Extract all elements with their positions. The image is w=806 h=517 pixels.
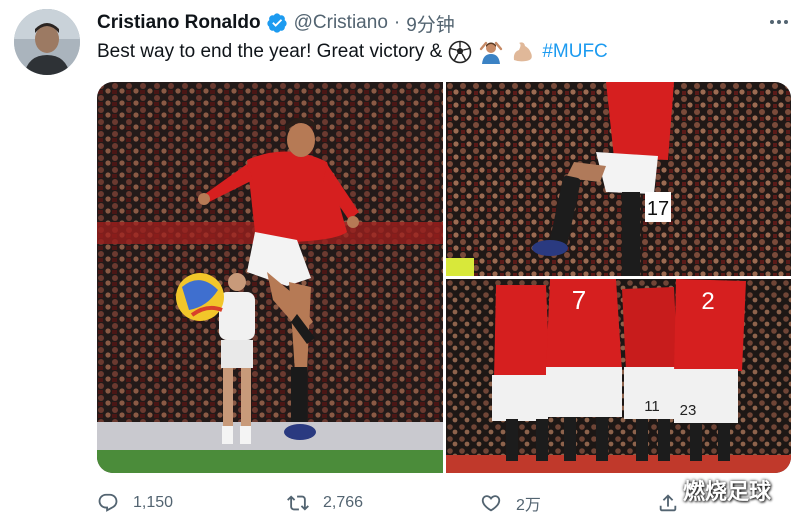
tweet-text: Best way to end the year! Great victory …: [97, 40, 608, 64]
reply-button[interactable]: 1,150: [97, 490, 173, 516]
photo-celebration-jump[interactable]: 17: [446, 82, 791, 276]
share-icon: [659, 494, 677, 512]
reply-count: 1,150: [133, 494, 174, 511]
separator-dot: ·: [393, 12, 401, 33]
hashtag-link[interactable]: #MUFC: [542, 40, 607, 64]
tweet-header: Cristiano Ronaldo @Cristiano · 9分钟: [97, 10, 455, 36]
jersey-number-7: 7: [572, 285, 586, 315]
retweet-button[interactable]: 2,766: [287, 490, 363, 516]
photo-team-huddle[interactable]: 7 11 2 23: [446, 279, 791, 473]
verified-badge-icon: [266, 13, 287, 33]
like-button[interactable]: 2万: [480, 490, 541, 516]
flexed-biceps-icon: [510, 40, 536, 64]
sign-number: 17: [647, 198, 669, 220]
jersey-number-11: 11: [644, 398, 660, 415]
avatar-image: [14, 9, 80, 75]
soccer-ball-icon: [448, 40, 472, 64]
heart-icon: [481, 495, 501, 512]
timestamp[interactable]: 9分钟: [406, 10, 455, 37]
more-options-icon[interactable]: [766, 12, 792, 32]
display-name[interactable]: Cristiano Ronaldo: [97, 12, 261, 34]
handle[interactable]: @Cristiano: [294, 12, 388, 34]
reply-icon: [98, 493, 118, 512]
jersey-number-23: 23: [680, 402, 697, 419]
svg-text:2: 2: [701, 288, 714, 315]
retweet-icon: [287, 495, 309, 511]
watermark-text: 燃烧足球: [683, 480, 772, 505]
retweet-count: 2,766: [323, 494, 364, 511]
like-count: 2万: [516, 497, 541, 514]
photo-ronaldo-volley[interactable]: [97, 82, 443, 473]
profile-avatar[interactable]: [14, 9, 80, 75]
person-gesturing-ok-icon: [478, 40, 504, 64]
media-grid: 17 7 11 2 23: [97, 82, 791, 473]
tweet-body: Best way to end the year! Great victory …: [97, 41, 443, 62]
